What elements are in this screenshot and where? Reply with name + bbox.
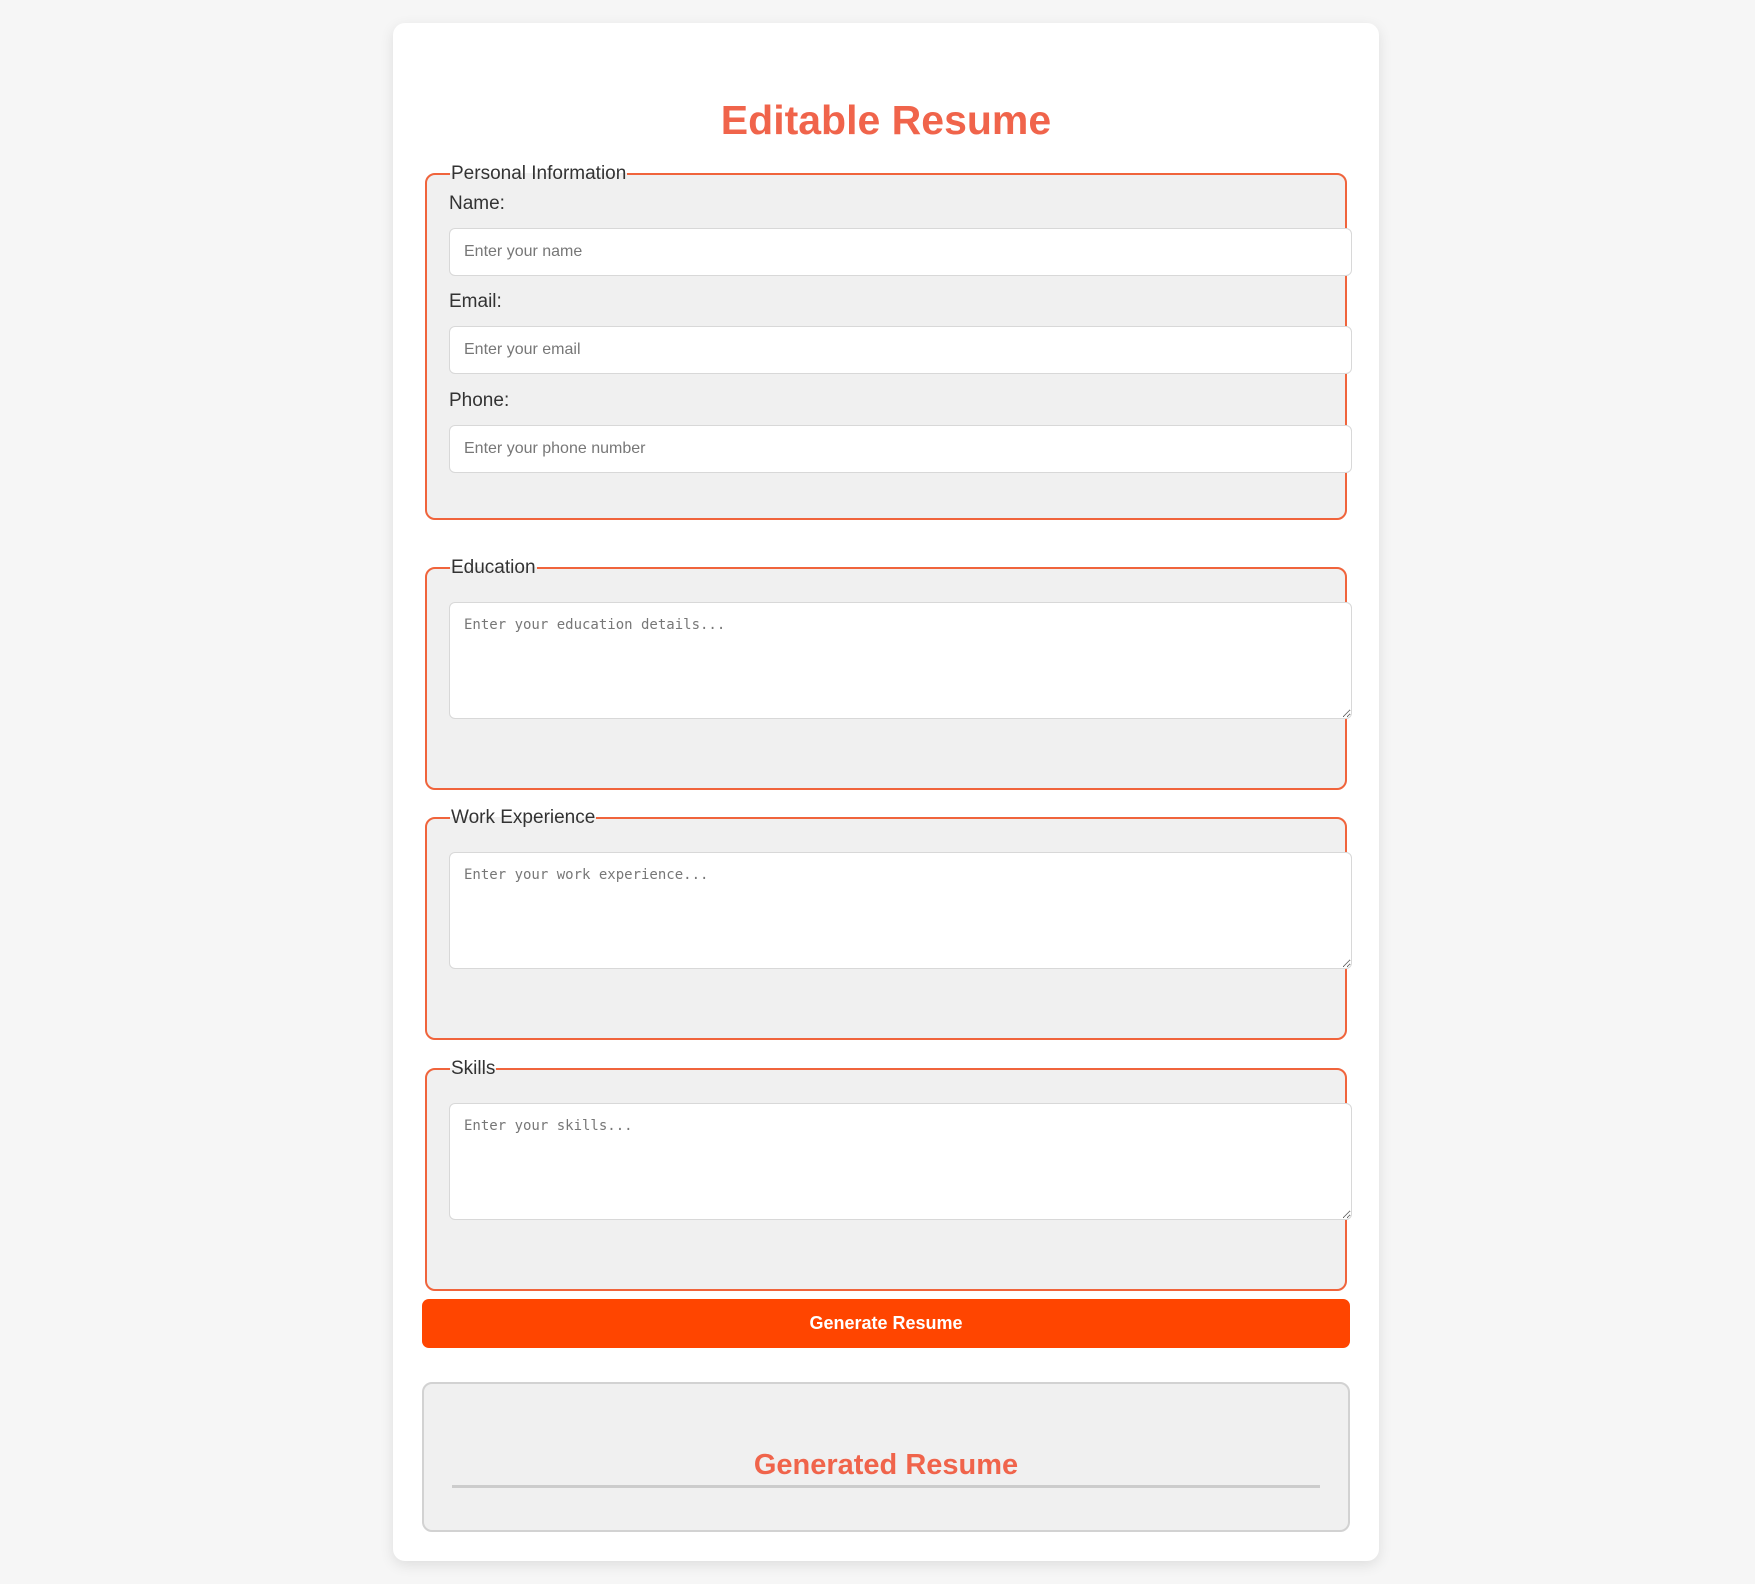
name-label: Name: — [449, 193, 505, 214]
skills-legend: Skills — [451, 1058, 496, 1079]
email-input[interactable] — [449, 326, 1352, 374]
generated-resume-title: Generated Resume — [753, 1449, 1019, 1481]
education-fieldset: Education — [425, 557, 1352, 790]
personal-info-fieldset: Personal Information Name: Email: Phone: — [425, 163, 1352, 520]
generate-resume-button[interactable]: Generate Resume — [422, 1299, 1350, 1348]
work-experience-fieldset: Work Experience — [425, 807, 1352, 1040]
education-legend: Education — [451, 557, 536, 578]
phone-input[interactable] — [449, 425, 1352, 473]
personal-info-legend: Personal Information — [451, 163, 627, 184]
education-textarea[interactable] — [449, 602, 1352, 719]
phone-label: Phone: — [449, 390, 510, 411]
email-label: Email: — [449, 291, 502, 312]
resume-card: Editable Resume Personal Information Nam… — [393, 23, 1379, 1561]
name-input[interactable] — [449, 228, 1352, 276]
generated-resume-divider — [452, 1485, 1320, 1488]
generated-resume-panel: Generated Resume — [422, 1382, 1350, 1532]
skills-fieldset: Skills — [425, 1058, 1352, 1291]
skills-textarea[interactable] — [449, 1103, 1352, 1220]
page-title: Editable Resume — [720, 97, 1052, 143]
work-experience-legend: Work Experience — [451, 807, 596, 828]
work-experience-textarea[interactable] — [449, 852, 1352, 969]
